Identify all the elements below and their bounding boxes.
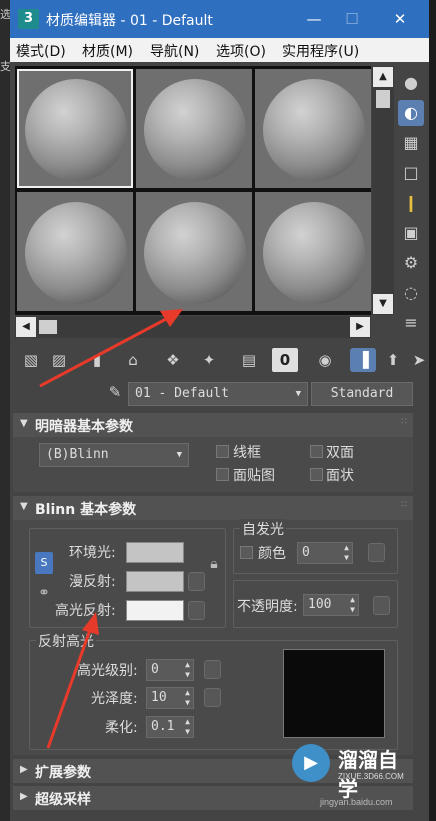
baidu-watermark: jingyan.baidu.com [320, 797, 393, 807]
annotation-arrow-2 [46, 612, 99, 749]
watermark-url: ZIXUE.3D66.COM [338, 772, 404, 781]
annotation-arrows [39, 309, 183, 749]
annotation-arrow-1 [39, 309, 183, 388]
watermark-logo-icon: ▶ [292, 744, 330, 782]
watermark: ▶ 溜溜自学 ZIXUE.3D66.COM [292, 742, 412, 801]
